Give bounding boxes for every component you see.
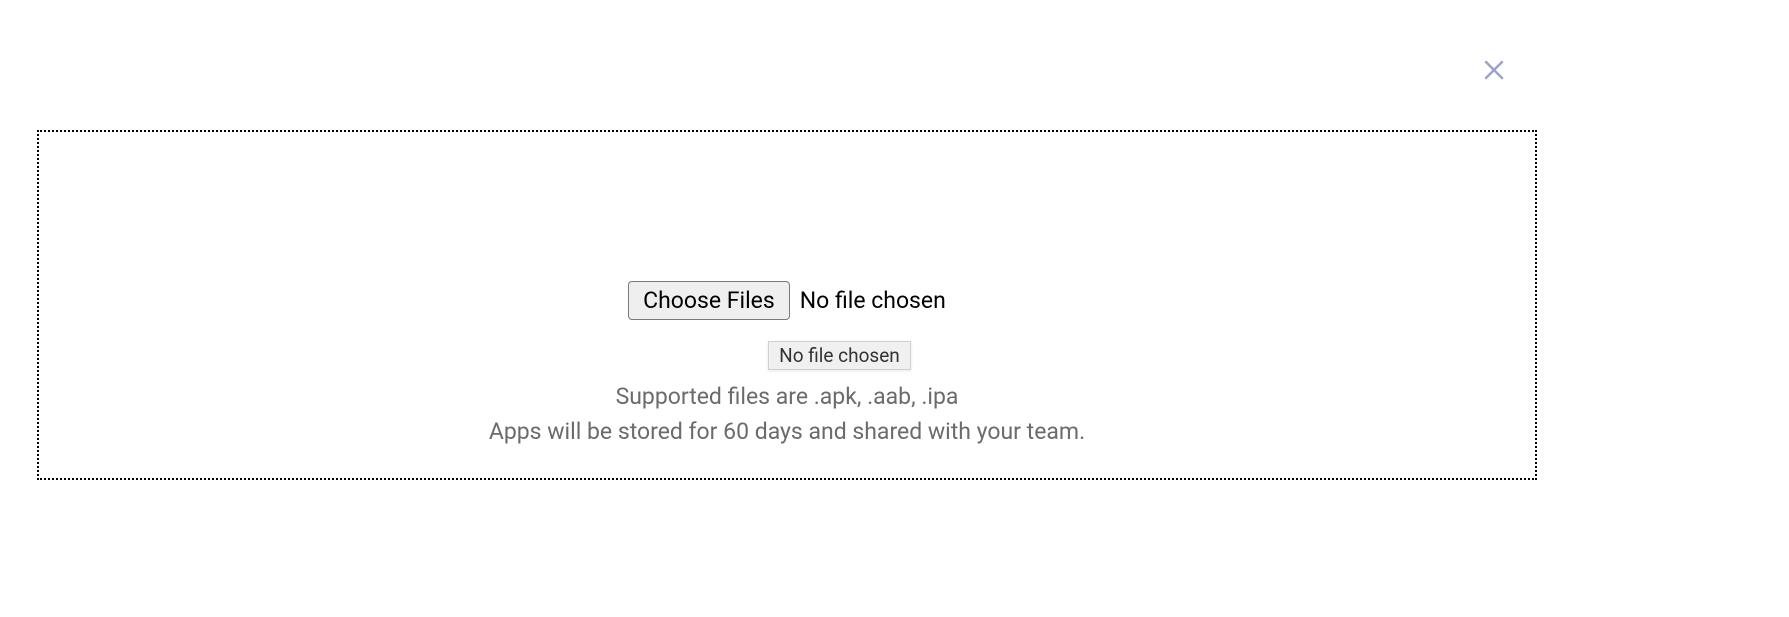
storage-info-text: Apps will be stored for 60 days and shar… — [489, 415, 1085, 450]
file-dropzone[interactable]: Choose Files No file chosen No file chos… — [37, 130, 1537, 480]
close-icon[interactable] — [1479, 55, 1509, 85]
file-status-tooltip: No file chosen — [768, 341, 911, 370]
choose-files-button[interactable]: Choose Files — [628, 281, 790, 320]
file-chosen-status: No file chosen — [800, 287, 946, 314]
file-input-row: Choose Files No file chosen No file chos… — [628, 281, 946, 320]
supported-files-text: Supported files are .apk, .aab, .ipa — [616, 380, 959, 415]
